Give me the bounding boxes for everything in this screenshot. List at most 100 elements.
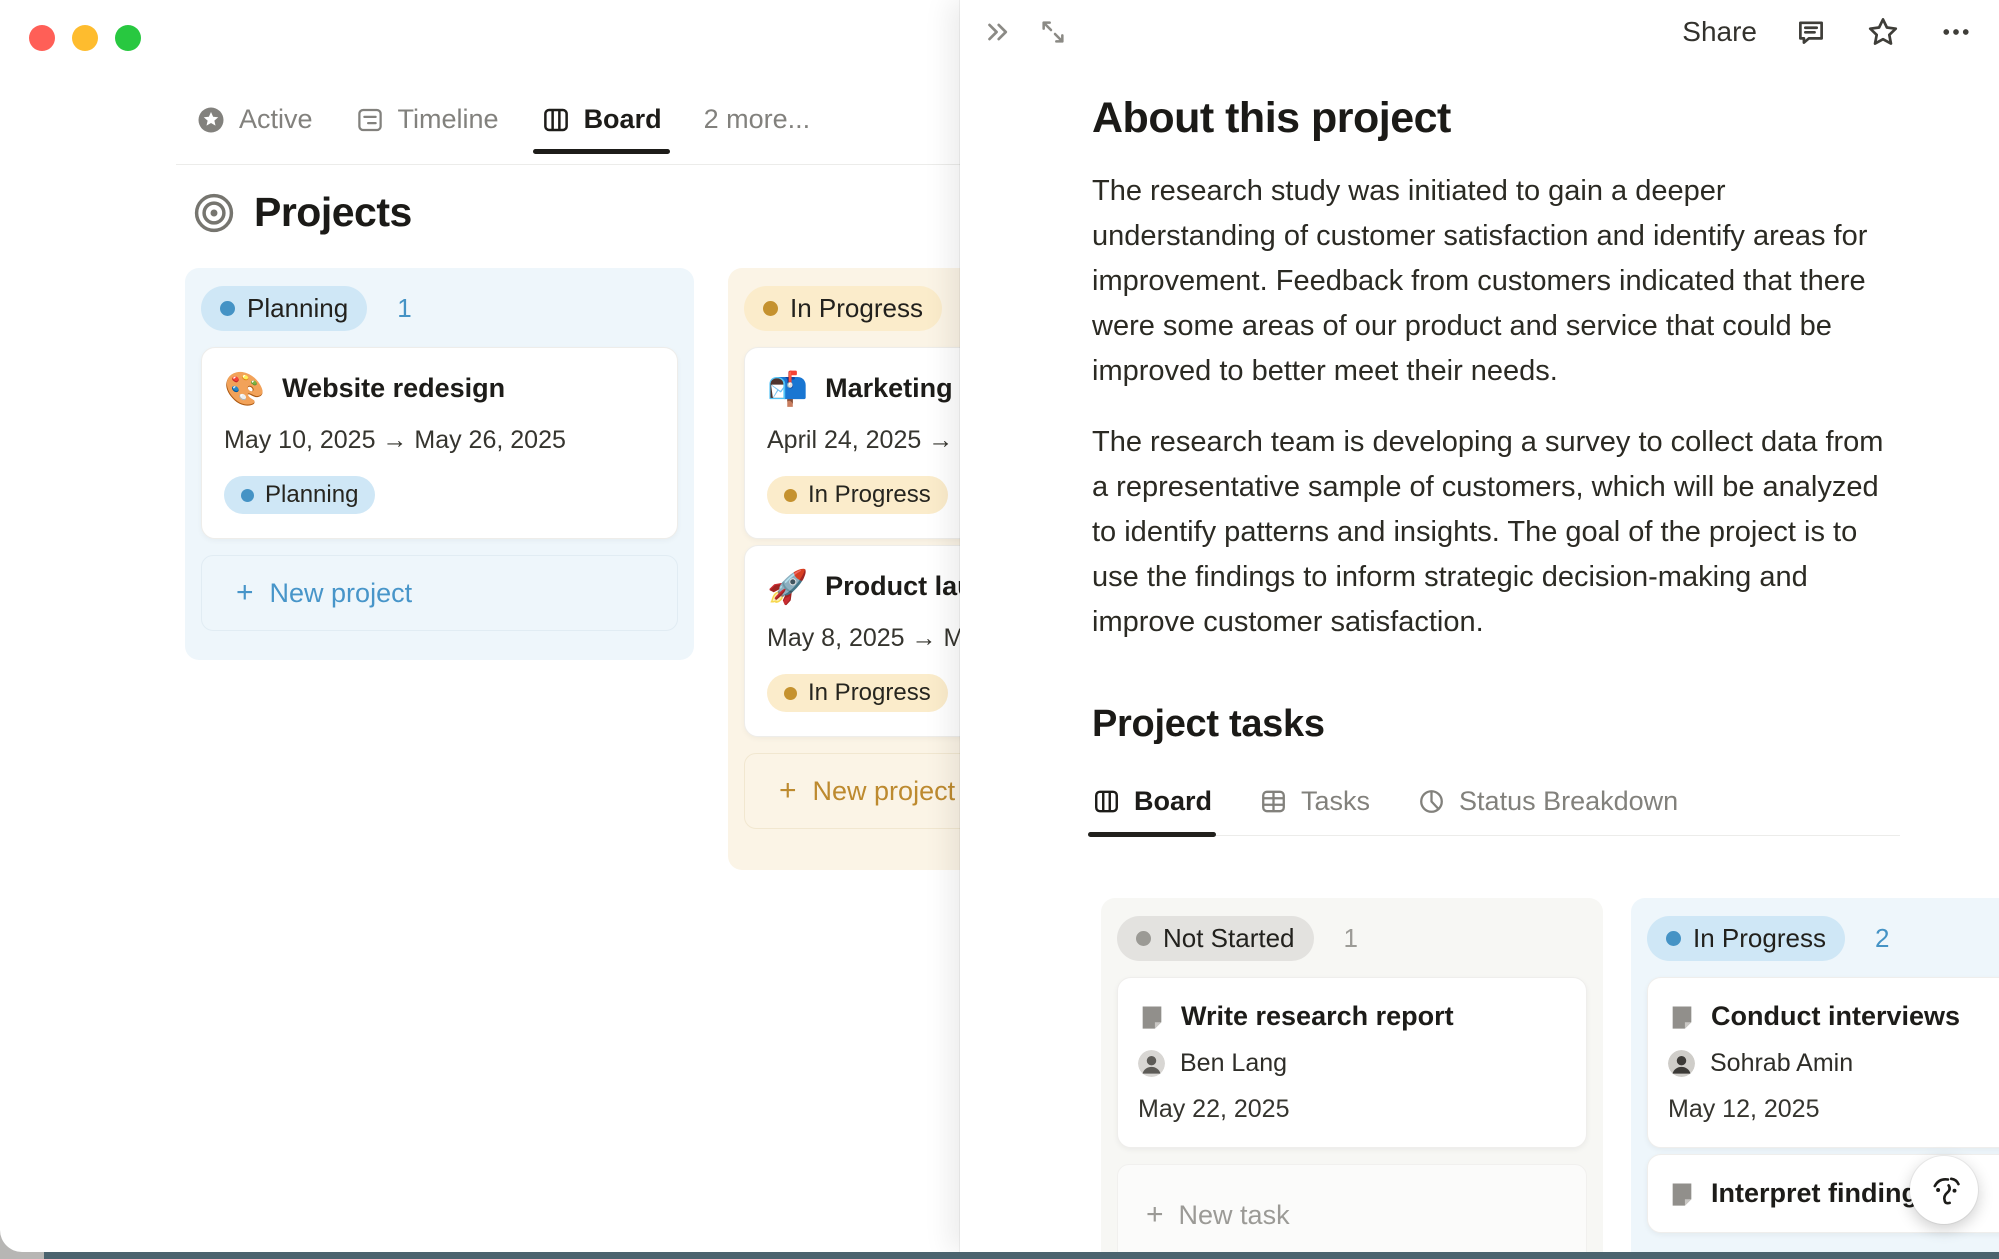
project-card-website-redesign[interactable]: 🎨 Website redesign May 10, 2025 → May 26… bbox=[201, 347, 678, 539]
status-dot bbox=[220, 301, 235, 316]
section-heading-project-tasks: Project tasks bbox=[1092, 703, 1952, 746]
column-header: Planning 1 bbox=[193, 276, 686, 341]
view-tab-board[interactable]: Board bbox=[541, 104, 662, 152]
task-tab-label: Status Breakdown bbox=[1459, 786, 1678, 817]
project-card-status-tag: In Progress bbox=[767, 476, 948, 514]
assignee-name: Ben Lang bbox=[1180, 1049, 1287, 1078]
column-count: 1 bbox=[1344, 923, 1358, 954]
sohrab-amin-avatar bbox=[1668, 1050, 1695, 1077]
plus-icon: + bbox=[236, 578, 254, 608]
column-count: 2 bbox=[1875, 923, 1889, 954]
view-tab-active[interactable]: Active bbox=[196, 104, 313, 152]
view-tab-label: Active bbox=[239, 104, 313, 135]
pie-chart-icon bbox=[1417, 787, 1446, 816]
task-tab-label: Board bbox=[1134, 786, 1212, 817]
project-card-title: Website redesign bbox=[282, 373, 505, 404]
task-card-title: Write research report bbox=[1181, 1001, 1454, 1032]
database-view-tabs: Active Timeline Board 2 more... bbox=[196, 104, 810, 152]
about-paragraph-2: The research team is developing a survey… bbox=[1092, 420, 1887, 645]
notion-app-window: Active Timeline Board 2 more... bbox=[0, 0, 1999, 1259]
board-icon bbox=[541, 105, 571, 135]
expand-page-icon[interactable] bbox=[1037, 16, 1069, 48]
status-pill-planning[interactable]: Planning bbox=[201, 286, 367, 331]
task-card-write-research-report[interactable]: Write research report Ben Lang May 22, 2… bbox=[1117, 977, 1587, 1148]
page-body: About this project The research study wa… bbox=[1092, 0, 1952, 836]
new-project-button[interactable]: + New project bbox=[201, 555, 678, 631]
project-card-title: Product lau bbox=[825, 571, 974, 602]
status-dot bbox=[1136, 931, 1151, 946]
status-label: Not Started bbox=[1163, 923, 1295, 954]
target-icon bbox=[192, 191, 236, 235]
task-tab-label: Tasks bbox=[1301, 786, 1370, 817]
page-header: Projects bbox=[192, 189, 412, 236]
status-dot bbox=[784, 489, 797, 502]
project-card-status-tag: In Progress bbox=[767, 674, 948, 712]
task-card-title: Conduct interviews bbox=[1711, 1001, 1960, 1032]
assignee-name: Sohrab Amin bbox=[1710, 1049, 1853, 1078]
new-task-button[interactable]: + New task bbox=[1117, 1164, 1587, 1252]
page-icon bbox=[1668, 1180, 1696, 1208]
task-tab-status-breakdown[interactable]: Status Breakdown bbox=[1417, 786, 1678, 835]
task-due-date: May 22, 2025 bbox=[1138, 1095, 1566, 1124]
notion-ai-button[interactable] bbox=[1910, 1156, 1978, 1224]
zoom-window-button[interactable] bbox=[115, 25, 141, 51]
board-column-planning: Planning 1 🎨 Website redesign May 10, 20… bbox=[185, 268, 694, 660]
view-tab-timeline[interactable]: Timeline bbox=[355, 104, 499, 152]
task-due-date: May 12, 2025 bbox=[1668, 1095, 1999, 1124]
collapse-panel-icon[interactable] bbox=[981, 15, 1015, 49]
status-label: In Progress bbox=[808, 679, 931, 707]
new-project-label: New project bbox=[270, 578, 413, 609]
table-icon bbox=[1259, 787, 1288, 816]
ai-face-icon bbox=[1923, 1169, 1965, 1211]
status-dot bbox=[1666, 931, 1681, 946]
task-tab-tasks[interactable]: Tasks bbox=[1259, 786, 1370, 835]
task-card-title: Interpret findings bbox=[1711, 1178, 1933, 1209]
palette-emoji-icon: 🎨 bbox=[224, 372, 265, 405]
new-project-label: New project bbox=[813, 776, 956, 807]
task-tab-board[interactable]: Board bbox=[1092, 786, 1212, 835]
status-label: In Progress bbox=[790, 293, 923, 324]
status-pill-in-progress[interactable]: In Progress bbox=[744, 286, 942, 331]
project-card-title: Marketing c bbox=[825, 373, 975, 404]
column-header: Not Started 1 bbox=[1109, 906, 1595, 971]
new-task-label: New task bbox=[1179, 1200, 1290, 1231]
page-icon bbox=[1668, 1003, 1696, 1031]
status-label: Planning bbox=[247, 293, 348, 324]
column-count: 1 bbox=[397, 293, 411, 324]
view-tab-more[interactable]: 2 more... bbox=[704, 104, 811, 152]
rocket-emoji-icon: 🚀 bbox=[767, 570, 808, 603]
plus-icon: + bbox=[1146, 1200, 1164, 1230]
status-dot bbox=[784, 687, 797, 700]
status-pill-not-started[interactable]: Not Started bbox=[1117, 916, 1314, 961]
plus-icon: + bbox=[779, 776, 797, 806]
status-label: In Progress bbox=[1693, 923, 1826, 954]
star-circle-icon bbox=[196, 105, 226, 135]
status-dot bbox=[763, 301, 778, 316]
view-tab-label: Timeline bbox=[398, 104, 499, 135]
app-window: Active Timeline Board 2 more... bbox=[0, 0, 1999, 1252]
minimize-window-button[interactable] bbox=[72, 25, 98, 51]
task-card-conduct-interviews[interactable]: Conduct interviews Sohrab Amin May 12, 2… bbox=[1647, 977, 1999, 1148]
task-column-not-started: Not Started 1 Write research report bbox=[1101, 898, 1603, 1252]
view-tab-label: 2 more... bbox=[704, 104, 811, 134]
timeline-icon bbox=[355, 105, 385, 135]
close-window-button[interactable] bbox=[29, 25, 55, 51]
window-controls bbox=[29, 25, 141, 51]
tasks-board: Not Started 1 Write research report bbox=[1101, 898, 1999, 1252]
task-view-tabs: Board Tasks Status Breakdown bbox=[1092, 786, 1900, 836]
status-label: Planning bbox=[265, 481, 358, 509]
status-dot bbox=[241, 489, 254, 502]
project-card-dates: May 10, 2025 → May 26, 2025 bbox=[224, 426, 655, 455]
page-peek-panel: Share About this project The research st… bbox=[960, 0, 1999, 1252]
status-pill-in-progress[interactable]: In Progress bbox=[1647, 916, 1845, 961]
tabbar-divider bbox=[176, 164, 962, 165]
desktop-edge-strip bbox=[44, 1252, 1999, 1259]
mailbox-emoji-icon: 📬 bbox=[767, 372, 808, 405]
ben-lang-avatar bbox=[1138, 1050, 1165, 1077]
section-heading-about: About this project bbox=[1092, 94, 1952, 143]
view-tab-label: Board bbox=[584, 104, 662, 135]
about-paragraph-1: The research study was initiated to gain… bbox=[1092, 169, 1887, 394]
column-header: In Progress 2 bbox=[1639, 906, 1999, 971]
project-card-status-tag: Planning bbox=[224, 476, 375, 514]
page-title: Projects bbox=[254, 189, 412, 236]
